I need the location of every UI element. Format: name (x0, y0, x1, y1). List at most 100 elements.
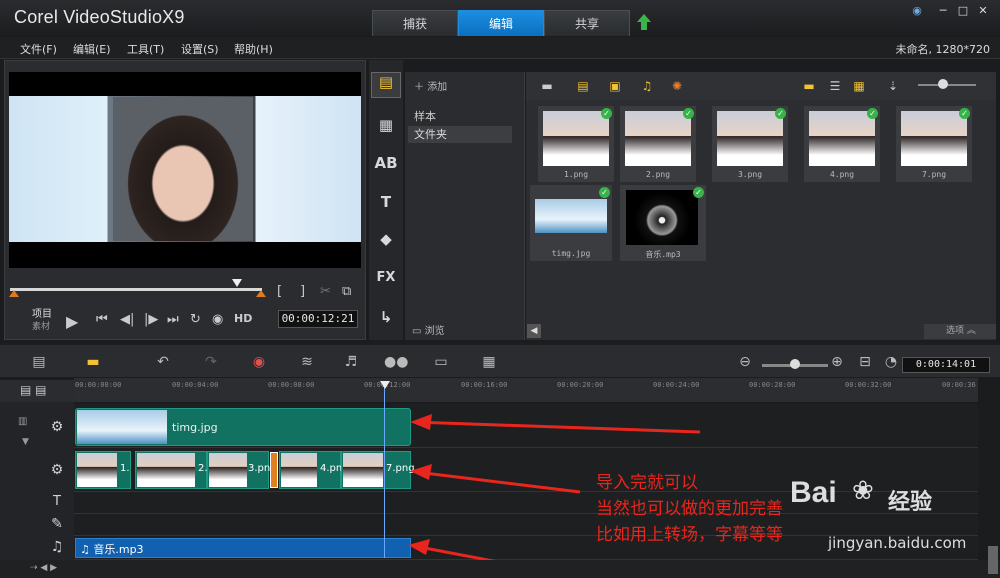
video-clip[interactable]: 3.pn (207, 451, 270, 489)
upload-arrow-icon[interactable] (636, 13, 652, 31)
transition-marker[interactable] (270, 452, 278, 488)
ruler-tick: 00:00:20:00 (557, 381, 604, 389)
close-icon[interactable]: ✕ (976, 4, 990, 18)
undo-icon[interactable]: ↶ (152, 353, 174, 371)
storyboard-view-icon[interactable]: ▤ (28, 353, 50, 371)
minimize-icon[interactable]: ─ (936, 4, 950, 18)
record-capture-icon[interactable]: ◉ (248, 353, 270, 371)
tab-share[interactable]: 共享 (544, 10, 630, 36)
thumb-2[interactable]: ✓ 2.png (620, 106, 696, 182)
timeline-toolbar (0, 343, 1000, 377)
redo-icon[interactable]: ↷ (200, 353, 222, 371)
project-info: 未命名, 1280*720 (895, 43, 990, 56)
thumb-view-icon[interactable]: ▬ (798, 77, 820, 95)
timeline-scroll-controls[interactable]: ⇢ ◀ ▶ (30, 563, 57, 573)
folder-icon[interactable]: ▬ (536, 77, 558, 95)
tab-edit[interactable]: 编辑 (458, 10, 544, 36)
thumb-music[interactable]: ✓ 音乐.mp3 (620, 185, 706, 261)
enlarge-icon[interactable]: ⧉ (342, 284, 351, 299)
zoom-knob[interactable] (790, 359, 800, 369)
video-clip[interactable]: 4.png (279, 451, 349, 489)
timeline-vertical-scrollbar[interactable] (988, 546, 998, 574)
project-mode-label[interactable]: 项目 (32, 305, 52, 320)
thumb-4[interactable]: ✓ 4.png (804, 106, 880, 182)
clip-mode-label[interactable]: 素材 (32, 319, 50, 332)
nav-sample[interactable]: 样本 (414, 108, 436, 124)
zoom-in-icon[interactable]: ⊕ (826, 353, 848, 371)
nav-folder[interactable]: 文件夹 (408, 126, 512, 143)
scrub-handle[interactable] (232, 279, 242, 287)
trim-in-marker[interactable] (9, 290, 19, 297)
timecode-display[interactable]: 00:00:12:21 (278, 310, 358, 328)
volume-icon[interactable]: ◉ (212, 312, 223, 327)
scrub-bar[interactable] (10, 288, 262, 291)
timeline-view-icon[interactable]: ▬ (82, 353, 104, 371)
help-globe-icon[interactable]: ◉ (910, 4, 924, 18)
arrow-video (415, 470, 581, 494)
prev-frame-icon[interactable]: ◀| (120, 312, 134, 327)
graphic-icon[interactable]: ◆ (373, 230, 399, 252)
sound-mixer-icon[interactable]: ≋ (296, 353, 318, 371)
trim-out-marker[interactable] (256, 290, 266, 297)
split-icon[interactable]: ✂ (320, 284, 331, 299)
repeat-icon[interactable]: ↻ (190, 312, 201, 327)
browse-button[interactable]: ▭ 浏览 (412, 322, 445, 337)
playhead-handle[interactable] (380, 381, 390, 389)
annotation-arrows (408, 414, 701, 570)
next-frame-icon[interactable]: |▶ (144, 312, 158, 327)
browse-label: 浏览 (424, 326, 445, 337)
grid-view-icon[interactable]: ▦ (848, 77, 870, 95)
list-view-icon[interactable]: ☰ (824, 77, 846, 95)
sort-order-icon[interactable]: ⇣ (882, 77, 904, 95)
auto-music-icon[interactable]: ♬ (340, 353, 362, 371)
end-icon[interactable]: ⏭ (167, 312, 179, 327)
zoom-out-icon[interactable]: ⊖ (734, 353, 756, 371)
menu-edit[interactable]: 编辑(E) (73, 41, 111, 57)
maximize-icon[interactable]: □ (956, 4, 970, 18)
audio-filter-icon[interactable]: ♫ (636, 77, 658, 95)
thumb-timg[interactable]: ✓ timg.jpg (530, 185, 612, 261)
thumb-1[interactable]: ✓ 1.png (538, 106, 614, 182)
menu-settings[interactable]: 设置(S) (181, 41, 219, 57)
video-track-icon: ⚙ (50, 462, 64, 478)
track-manager-icon[interactable]: ▤ ▤ (20, 383, 47, 397)
clip-label: 1. (120, 463, 130, 474)
library-scroll-left[interactable]: ◀ (527, 324, 541, 338)
sort-icon[interactable]: ✺ (666, 77, 688, 95)
menu-file[interactable]: 文件(F) (20, 41, 57, 57)
fit-project-icon[interactable]: ⊟ (854, 353, 876, 371)
ruler-tick: 00:00:04:00 (172, 381, 219, 389)
transition-icon[interactable]: AB (373, 154, 399, 176)
tab-capture[interactable]: 捕获 (372, 10, 458, 36)
timeline-time-display[interactable]: 0:00:14:01 (902, 357, 990, 373)
options-label: 选项 (946, 326, 965, 336)
play-icon[interactable]: ▶ (66, 312, 78, 331)
photo-filter-icon[interactable]: ▣ (604, 77, 626, 95)
media-icon[interactable]: ▤ (371, 72, 401, 98)
thumb-3[interactable]: ✓ 3.png (712, 106, 788, 182)
thumb-5[interactable]: ✓ 7.png (896, 106, 972, 182)
video-clip[interactable]: 1. (75, 451, 131, 489)
options-button[interactable]: 选项 ︽ (924, 324, 996, 339)
add-folder-button[interactable]: ＋ 添加 (414, 78, 447, 93)
mark-in-button[interactable]: [ (277, 284, 282, 299)
menu-tools[interactable]: 工具(T) (127, 41, 164, 57)
track-collapse-icon[interactable]: ▼ (22, 437, 29, 447)
hd-button[interactable]: HD (234, 312, 252, 325)
overlay-track-toggle[interactable]: ▥ (18, 416, 27, 427)
thumb-size-knob[interactable] (938, 79, 948, 89)
fx-icon[interactable]: FX (373, 270, 399, 292)
menu-help[interactable]: 帮助(H) (234, 41, 273, 57)
video-filter-icon[interactable]: ▤ (572, 77, 594, 95)
video-clip[interactable]: 2. (135, 451, 208, 489)
subtitle-editor-icon[interactable]: ▭ (430, 353, 452, 371)
mark-out-button[interactable]: ] (300, 284, 305, 299)
thumb-caption: 音乐.mp3 (645, 250, 681, 259)
multi-trim-icon[interactable]: ▦ (478, 353, 500, 371)
clip-thumbnail (281, 453, 317, 487)
instant-project-icon[interactable]: ▦ (373, 116, 399, 138)
motion-tracking-icon[interactable]: ●● (384, 353, 408, 371)
path-icon[interactable]: ↳ (373, 308, 399, 330)
home-icon[interactable]: ⏮ (96, 312, 108, 327)
title-icon[interactable]: T (373, 193, 399, 215)
